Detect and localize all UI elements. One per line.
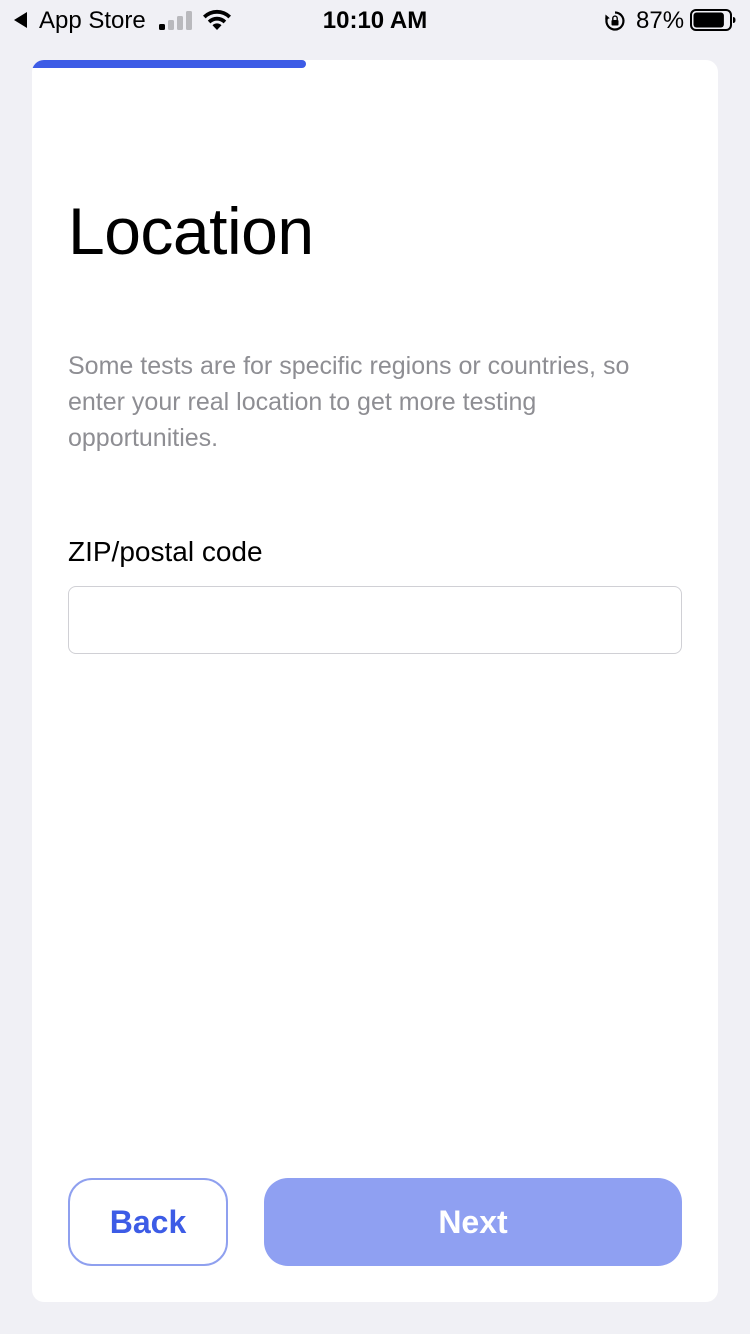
- page-title: Location: [68, 194, 314, 268]
- battery-icon: [690, 9, 736, 31]
- zip-field-label: ZIP/postal code: [68, 536, 263, 567]
- back-button[interactable]: Back: [68, 1178, 228, 1266]
- next-button[interactable]: Next: [264, 1178, 682, 1266]
- onboarding-card: Location Some tests are for specific reg…: [32, 60, 718, 1302]
- progress-bar-fill: [32, 60, 307, 68]
- progress-bar: [32, 60, 718, 68]
- battery-percent: 87%: [636, 7, 685, 34]
- status-bar: App Store 10:10 AM 87%: [0, 0, 750, 40]
- orientation-lock-icon: [605, 11, 625, 31]
- zip-postal-code-input[interactable]: [68, 586, 682, 654]
- page-description: Some tests are for specific regions or c…: [68, 352, 630, 452]
